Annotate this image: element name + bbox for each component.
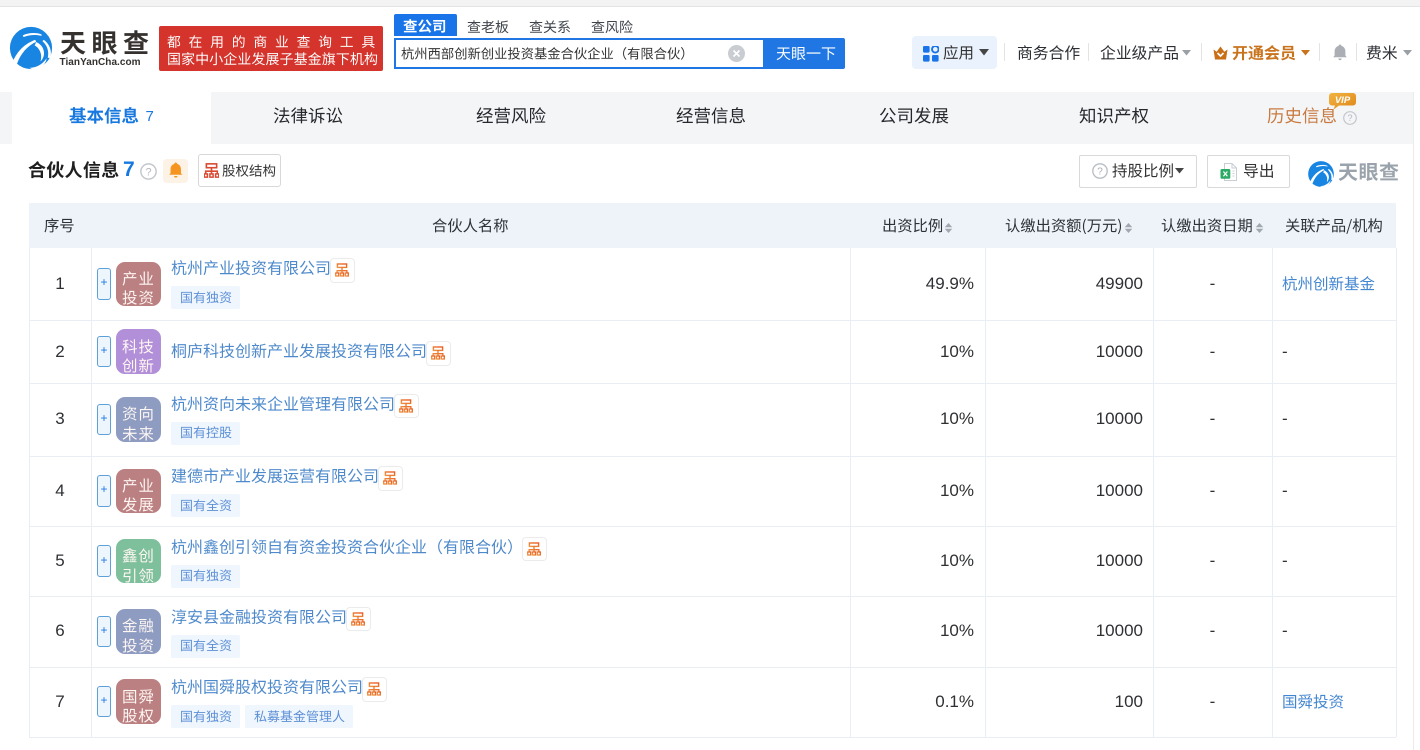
svg-text:?: ? [1097, 167, 1103, 178]
svg-text:?: ? [146, 167, 152, 179]
svg-text:?: ? [1347, 113, 1352, 123]
svg-text:VIP: VIP [1335, 95, 1351, 106]
